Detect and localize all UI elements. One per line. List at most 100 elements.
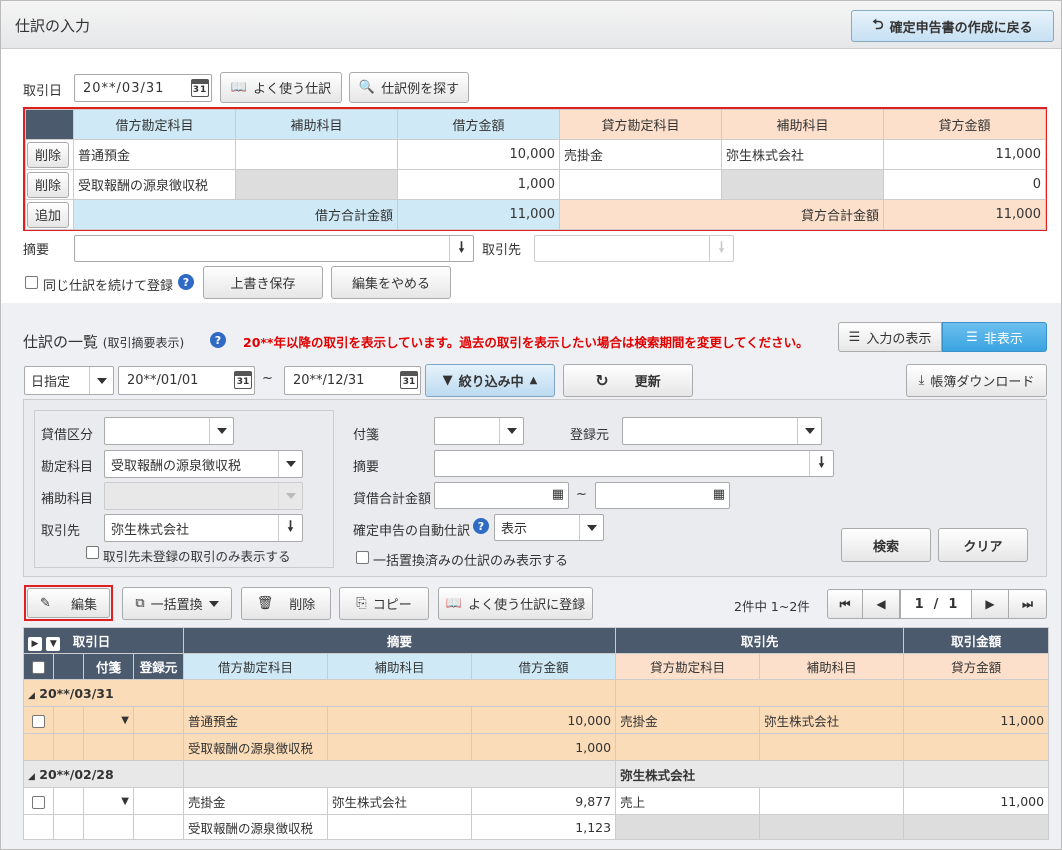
debit-account-cell[interactable]: 普通預金 — [73, 139, 236, 170]
delete-row-button[interactable]: 削除 — [27, 141, 69, 168]
overwrite-save-button[interactable]: 上書き保存 — [203, 266, 323, 299]
debit-sub-header: 補助科目 — [235, 109, 398, 140]
search-example-button[interactable]: 🔍 仕訳例を探す — [349, 72, 469, 103]
delete-button[interactable]: 🗑 削除 — [241, 587, 331, 620]
download-arrow-icon[interactable]: 🠗 — [449, 236, 473, 261]
page-indicator[interactable]: 1 / 1 — [900, 589, 972, 619]
journal-group-row[interactable]: ◢ 20**/02/28 弥生株式会社 — [22, 760, 1050, 788]
row-debit-amount: 10,000 — [471, 706, 617, 734]
debit-account-cell[interactable]: 受取報酬の源泉徴収税 — [73, 169, 236, 200]
calculator-icon[interactable]: ▦ — [713, 487, 725, 502]
filter-label: 絞り込み中 — [458, 375, 524, 390]
help-icon[interactable]: ? — [178, 274, 194, 290]
filter-toggle-button[interactable]: ▼ 絞り込み中 ▲ — [425, 364, 555, 397]
delete-row-button[interactable]: 削除 — [27, 171, 69, 198]
period-select-value: 日指定 — [31, 375, 71, 390]
hide-entry-button[interactable]: ☰ 非表示 — [942, 322, 1047, 352]
memo-combobox[interactable]: 🠗 — [74, 235, 474, 262]
last-page-button[interactable]: ⏭ — [1008, 589, 1047, 619]
search-button[interactable]: 検索 — [841, 528, 931, 562]
row-debit-sub: 弥生株式会社 — [327, 787, 473, 815]
ledger-download-button[interactable]: ⤓ 帳簿ダウンロード — [906, 364, 1047, 397]
collapse-all-icon[interactable]: ▼ — [46, 636, 61, 651]
credit-account-cell[interactable] — [559, 169, 722, 200]
credit-account-cell[interactable]: 売掛金 — [559, 139, 722, 170]
row-checkbox[interactable] — [32, 714, 45, 728]
entry-table: 借方勘定科目 補助科目 借方金額 貸方勘定科目 補助科目 貸方金額 削除 普通預… — [25, 109, 1046, 230]
date-from-input[interactable]: 20**/01/01 31 — [118, 366, 255, 395]
bulk-only-checkbox[interactable] — [356, 551, 369, 564]
expand-all-icon[interactable]: ▶ — [28, 636, 42, 651]
row-checkbox[interactable] — [32, 795, 45, 809]
entry-corner-cell — [25, 109, 74, 140]
row-credit-amount: 11,000 — [903, 787, 1050, 815]
show-entry-button[interactable]: ☰ 入力の表示 — [838, 322, 942, 352]
help-icon[interactable]: ? — [210, 332, 226, 348]
row-debit-account: 普通預金 — [183, 706, 329, 734]
total-from-input[interactable]: ▦ — [434, 482, 569, 509]
credit-amount-cell[interactable]: 0 — [883, 169, 1046, 200]
credit-sub-cell[interactable]: 弥生株式会社 — [721, 139, 884, 170]
calendar-icon[interactable]: 31 — [234, 371, 252, 389]
credit-total-label: 貸方合計金額 — [559, 199, 884, 230]
auto-journal-select[interactable]: 表示 — [494, 514, 604, 541]
table-row[interactable]: ▼ 普通預金 10,000 売掛金 弥生株式会社 11,000 — [23, 706, 1050, 734]
download-arrow-icon[interactable]: 🠗 — [809, 451, 833, 476]
collapse-icon[interactable]: ◢ — [28, 691, 35, 701]
account-value: 受取報酬の源泉徴収税 — [111, 458, 242, 474]
select-all-checkbox[interactable] — [32, 661, 45, 674]
period-select[interactable]: 日指定 — [24, 366, 114, 395]
tag-select[interactable] — [434, 417, 524, 445]
calculator-icon[interactable]: ▦ — [552, 487, 564, 502]
back-button-label: 確定申告書の作成に戻る — [889, 20, 1033, 36]
partner-filter-select[interactable]: 弥生株式会社 🠗 — [104, 514, 303, 542]
bulk-replace-button[interactable]: ⧉ 一括置換 — [122, 587, 232, 620]
debit-amount-cell[interactable]: 10,000 — [397, 139, 560, 170]
credit-amount-cell[interactable]: 11,000 — [883, 139, 1046, 170]
next-page-button[interactable]: ▶ — [971, 589, 1009, 619]
cancel-edit-button[interactable]: 編集をやめる — [331, 266, 451, 299]
memo-filter-select[interactable]: 🠗 — [434, 450, 834, 477]
table-row[interactable]: 受取報酬の源泉徴収税 1,123 — [23, 814, 1050, 840]
journal-entry-window: 仕訳の入力 ⮌ 確定申告書の作成に戻る 取引日 20**/03/31 31 📖 … — [0, 0, 1062, 850]
entry-date-input[interactable]: 20**/03/31 31 — [74, 74, 212, 102]
copy-button[interactable]: ⎘ コピー — [339, 587, 429, 620]
frequent-journal-button[interactable]: 📖 よく使う仕訳 — [220, 72, 342, 103]
bulk-replace-icon: ⧉ — [135, 596, 145, 611]
date-to-input[interactable]: 20**/12/31 31 — [284, 366, 421, 395]
register-frequent-button[interactable]: 📖 よく使う仕訳に登録 — [438, 587, 593, 620]
debit-total-label: 借方合計金額 — [73, 199, 398, 230]
table-row[interactable]: 受取報酬の源泉徴収税 1,000 — [23, 733, 1050, 761]
prev-page-button[interactable]: ◀ — [862, 589, 900, 619]
dc-select[interactable] — [104, 417, 234, 445]
edit-button[interactable]: ✎ 編集 — [27, 588, 110, 618]
total-to-input[interactable]: ▦ — [595, 482, 730, 509]
account-select[interactable]: 受取報酬の源泉徴収税 — [104, 450, 303, 478]
clear-button[interactable]: クリア — [938, 528, 1028, 562]
back-to-tax-return-button[interactable]: ⮌ 確定申告書の作成に戻る — [851, 10, 1054, 42]
tag-dropdown-icon[interactable]: ▼ — [83, 787, 134, 815]
refresh-button[interactable]: ↻ 更新 — [563, 364, 693, 397]
debit-amount-cell[interactable]: 1,000 — [397, 169, 560, 200]
trash-icon: 🗑 — [256, 596, 274, 611]
record-count: 2件中 1~2件 — [734, 599, 810, 614]
debit-sub-cell[interactable] — [235, 139, 398, 170]
expand-col-header — [53, 653, 84, 680]
first-page-button[interactable]: ⏮ — [827, 589, 863, 619]
help-icon[interactable]: ? — [473, 518, 489, 534]
calendar-icon[interactable]: 31 — [191, 79, 209, 97]
tag-dropdown-icon[interactable]: ▼ — [83, 706, 134, 734]
unregistered-checkbox[interactable] — [86, 546, 99, 559]
download-arrow-icon[interactable]: 🠗 — [278, 515, 302, 541]
continue-checkbox[interactable] — [25, 276, 38, 289]
source-select[interactable] — [622, 417, 822, 445]
row-credit-account — [615, 733, 761, 761]
group-date: 20**/02/28 — [39, 766, 114, 782]
collapse-icon[interactable]: ◢ — [28, 772, 35, 782]
table-row[interactable]: ▼ 売掛金 弥生株式会社 9,877 売上 11,000 — [23, 787, 1050, 815]
calendar-icon[interactable]: 31 — [400, 371, 418, 389]
journal-group-row[interactable]: ◢ 20**/03/31 — [22, 679, 1050, 707]
partner-label: 取引先 — [482, 243, 522, 258]
period-notice: 20**年以降の取引を表示しています。過去の取引を表示したい場合は検索期間を変更… — [243, 335, 809, 350]
add-row-button[interactable]: 追加 — [27, 201, 69, 228]
